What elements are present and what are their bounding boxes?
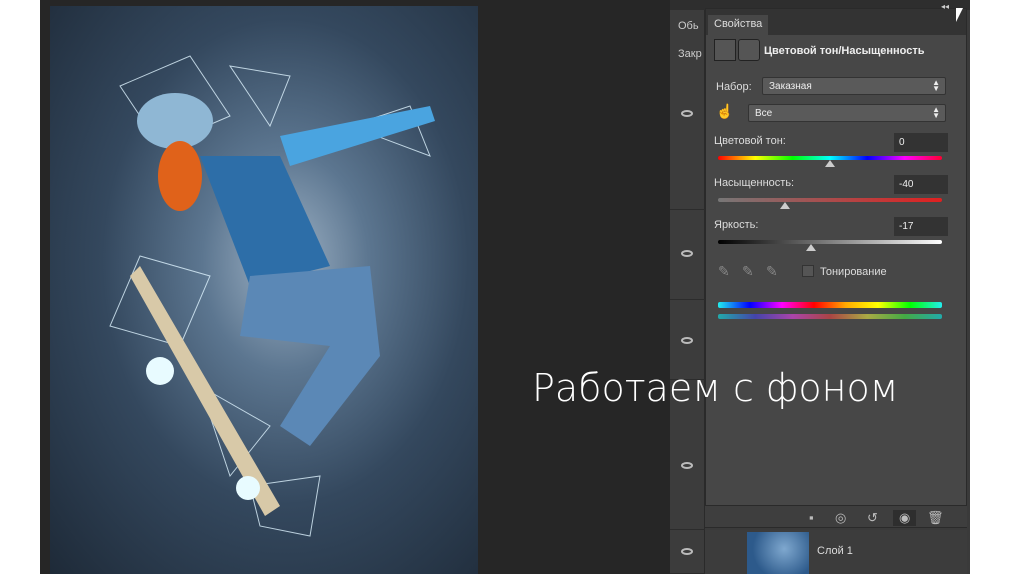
properties-header: Свойства — [706, 9, 966, 35]
eye-icon[interactable] — [681, 250, 693, 257]
channel-value: Все — [755, 108, 773, 119]
adjustment-icon[interactable] — [714, 39, 736, 61]
properties-footer-toolbar: ▪ ◎ ↺ ◉ 🗑 — [705, 505, 967, 527]
tab-properties[interactable]: Свойства — [708, 15, 769, 35]
layer-row[interactable] — [670, 210, 705, 300]
reset-icon[interactable]: ↺ — [867, 510, 878, 526]
mouse-cursor-icon — [956, 8, 963, 22]
colorize-checkbox[interactable] — [802, 265, 814, 277]
input-color-ramp — [718, 302, 942, 308]
saturation-input[interactable]: -40 — [894, 175, 948, 194]
clip-to-layer-icon[interactable]: ▪ — [809, 510, 814, 525]
updown-arrow-icon: ▲ ▼ — [932, 105, 940, 120]
eye-icon[interactable] — [681, 110, 693, 117]
layers-strip: Обь Закр — [670, 10, 705, 574]
preset-select[interactable]: Заказная ▲ ▼ — [762, 77, 946, 95]
adjustment-title: Цветовой тон/Насыщенность — [764, 45, 925, 57]
visibility-icon[interactable]: ◉ — [893, 510, 917, 526]
layer-row-sloy1[interactable]: Слой 1 — [705, 530, 967, 574]
hue-label: Цветовой тон: — [714, 135, 786, 147]
colorize-label: Тонирование — [820, 266, 887, 278]
lightness-label: Яркость: — [714, 219, 759, 231]
eyedropper-plus-icon[interactable]: ✎ — [742, 263, 754, 280]
view-previous-icon[interactable]: ◎ — [835, 510, 846, 526]
saturation-slider[interactable] — [718, 198, 942, 202]
properties-panel: Свойства Цветовой тон/Насыщенность Набор… — [705, 8, 967, 528]
hand-tool-icon[interactable]: ☝ — [716, 103, 733, 120]
eye-icon[interactable] — [681, 337, 693, 344]
canvas-image-skater — [50, 6, 478, 574]
channel-select[interactable]: Все ▲ ▼ — [748, 104, 946, 122]
trash-icon[interactable]: 🗑 — [927, 510, 944, 526]
layer-name: Слой 1 — [817, 545, 853, 557]
layer-thumbnail — [747, 532, 809, 574]
eye-icon[interactable] — [681, 548, 693, 555]
hue-input[interactable]: 0 — [894, 133, 948, 152]
layer-row[interactable] — [670, 70, 705, 210]
hue-slider-thumb[interactable] — [825, 160, 835, 167]
preset-value: Заказная — [769, 81, 812, 92]
slide-caption: Работаем с фоном — [532, 366, 899, 410]
saturation-slider-thumb[interactable] — [780, 202, 791, 209]
output-color-ramp — [718, 314, 942, 319]
lightness-input[interactable]: -17 — [894, 217, 948, 236]
mask-icon[interactable] — [738, 39, 760, 61]
layers-tab-partial[interactable]: Обь — [678, 20, 699, 32]
saturation-label: Насыщенность: — [714, 177, 795, 189]
lightness-slider-thumb[interactable] — [805, 244, 816, 251]
eyedropper-icon[interactable]: ✎ — [718, 263, 730, 280]
updown-arrow-icon: ▲ ▼ — [932, 78, 940, 93]
collapse-icon[interactable]: ◂◂ — [941, 2, 949, 11]
lightness-slider[interactable] — [718, 240, 942, 244]
layer-row[interactable] — [670, 530, 705, 574]
skater-illustration — [109, 55, 435, 537]
eyedropper-minus-icon[interactable]: ✎ — [766, 263, 778, 280]
lock-label-partial: Закр — [678, 48, 702, 60]
eye-icon[interactable] — [681, 462, 693, 469]
preset-label: Набор: — [716, 81, 752, 93]
